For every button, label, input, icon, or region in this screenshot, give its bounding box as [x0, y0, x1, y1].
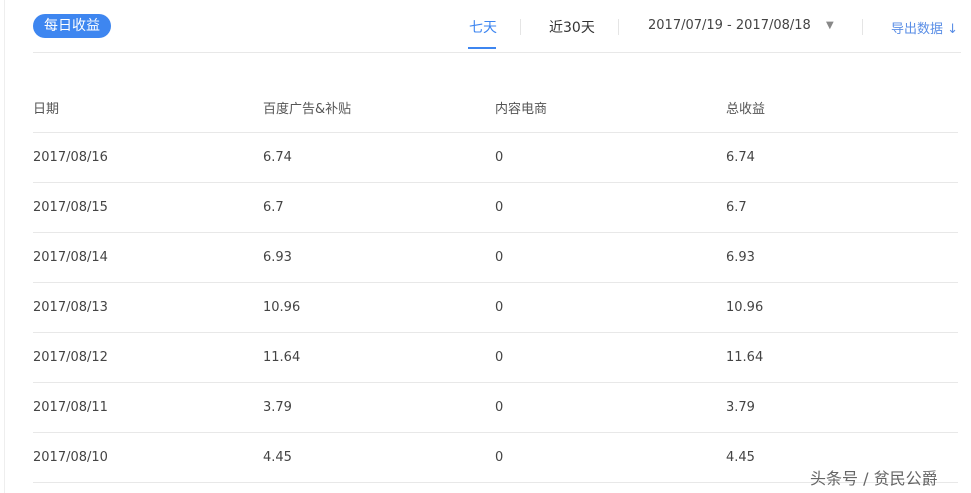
table-cell: 4.45	[263, 433, 495, 483]
table-row: 2017/08/113.7903.79	[33, 383, 958, 433]
chevron-down-icon[interactable]: ▼	[826, 20, 834, 31]
tab-7-days[interactable]: 七天	[469, 17, 497, 37]
table-cell: 10.96	[263, 283, 495, 333]
table-cell: 6.7	[263, 183, 495, 233]
column-header: 日期	[33, 83, 263, 133]
table-cell: 2017/08/15	[33, 183, 263, 233]
table-cell: 6.74	[726, 133, 958, 183]
divider	[862, 19, 863, 35]
table-cell: 2017/08/16	[33, 133, 263, 183]
table-cell: 0	[495, 233, 726, 283]
table-cell: 0	[495, 433, 726, 483]
column-header: 百度广告&补贴	[263, 83, 495, 133]
table-row: 2017/08/1310.96010.96	[33, 283, 958, 333]
export-data-link[interactable]: 导出数据 ↓	[891, 18, 958, 37]
table-cell: 3.79	[263, 383, 495, 433]
divider	[4, 0, 5, 493]
table-header: 日期 百度广告&补贴 内容电商 总收益	[33, 83, 958, 133]
active-tab-underline	[468, 47, 496, 49]
table-cell: 11.64	[726, 333, 958, 383]
table-cell: 6.74	[263, 133, 495, 183]
table-cell: 2017/08/11	[33, 383, 263, 433]
table-cell: 3.79	[726, 383, 958, 433]
table-cell: 6.7	[726, 183, 958, 233]
table-row: 2017/08/166.7406.74	[33, 133, 958, 183]
table-cell: 10.96	[726, 283, 958, 333]
table-cell: 0	[495, 333, 726, 383]
table-cell: 0	[495, 383, 726, 433]
divider	[520, 19, 521, 35]
table-cell: 6.93	[726, 233, 958, 283]
revenue-table: 日期 百度广告&补贴 内容电商 总收益 2017/08/166.7406.742…	[33, 83, 958, 483]
divider	[618, 19, 619, 35]
table-cell: 6.93	[263, 233, 495, 283]
date-range-select[interactable]: 2017/07/19 - 2017/08/18	[648, 18, 811, 33]
table-cell: 2017/08/13	[33, 283, 263, 333]
table-row: 2017/08/1211.64011.64	[33, 333, 958, 383]
table-cell: 2017/08/12	[33, 333, 263, 383]
table-row: 2017/08/156.706.7	[33, 183, 958, 233]
daily-revenue-badge: 每日收益	[33, 14, 111, 38]
divider	[33, 52, 961, 53]
table-cell: 0	[495, 283, 726, 333]
table-cell: 0	[495, 183, 726, 233]
column-header: 内容电商	[495, 83, 726, 133]
table-cell: 11.64	[263, 333, 495, 383]
table-cell: 2017/08/14	[33, 233, 263, 283]
watermark: 头条号 / 贫民公爵	[810, 465, 938, 489]
column-header: 总收益	[726, 83, 958, 133]
table-cell: 0	[495, 133, 726, 183]
table-cell: 2017/08/10	[33, 433, 263, 483]
tab-30-days[interactable]: 近30天	[549, 17, 595, 37]
table-row: 2017/08/146.9306.93	[33, 233, 958, 283]
